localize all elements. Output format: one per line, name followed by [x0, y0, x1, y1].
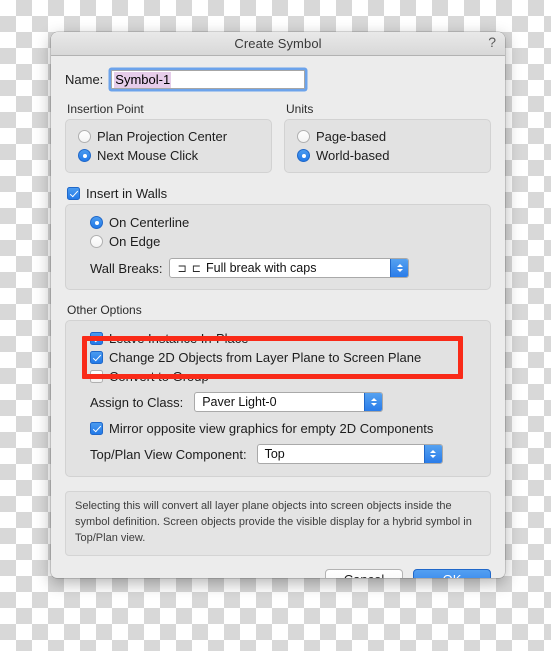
other-options-panel: Leave Instance In-Place Change 2D Object…	[65, 320, 491, 477]
checkbox-indicator-checked	[67, 187, 80, 200]
symbol-name-input[interactable]: Symbol-1	[111, 70, 306, 89]
units-title: Units	[286, 102, 314, 116]
units-group: Units Page-based World-based	[284, 102, 491, 173]
radio-indicator	[297, 130, 310, 143]
chevron-updown-icon[interactable]	[390, 259, 409, 277]
wall-break-icon: ⊐ ⊏	[177, 262, 202, 275]
radio-label: World-based	[316, 148, 390, 163]
radio-label: On Centerline	[109, 215, 190, 230]
cancel-button[interactable]: Cancel	[325, 568, 403, 578]
dialog-button-row: Cancel OK	[65, 568, 491, 578]
checkbox-mirror-opposite-view-graphics[interactable]: Mirror opposite view graphics for empty …	[90, 421, 478, 436]
checkbox-label: Convert to Group	[109, 369, 209, 384]
insertion-point-group: Insertion Point Plan Projection Center N…	[65, 102, 272, 173]
insertion-point-panel: Plan Projection Center Next Mouse Click	[65, 119, 272, 173]
chevron-updown-icon[interactable]	[364, 393, 383, 411]
checkbox-label: Insert in Walls	[86, 186, 168, 201]
insertion-point-title: Insertion Point	[67, 102, 144, 116]
checkbox-leave-instance-in-place[interactable]: Leave Instance In-Place	[90, 331, 478, 346]
assign-to-class-row: Assign to Class: Paver Light-0	[90, 392, 478, 412]
radio-label: Plan Projection Center	[97, 129, 228, 144]
checkbox-label: Change 2D Objects from Layer Plane to Sc…	[109, 350, 422, 365]
radio-indicator-selected	[90, 216, 103, 229]
help-icon[interactable]: ?	[488, 34, 496, 50]
radio-indicator	[78, 130, 91, 143]
checkbox-label: Leave Instance In-Place	[109, 331, 249, 346]
wall-breaks-row: Wall Breaks: ⊐ ⊏ Full break with caps	[90, 258, 478, 278]
radio-indicator	[90, 235, 103, 248]
insert-in-walls-panel: On Centerline On Edge Wall Breaks: ⊐ ⊏ F…	[65, 204, 491, 290]
wall-breaks-value: Full break with caps	[205, 261, 317, 275]
create-symbol-dialog: Create Symbol ? Name: Symbol-1 Insertion…	[51, 32, 505, 578]
radio-label: Next Mouse Click	[97, 148, 199, 163]
checkbox-indicator	[90, 370, 103, 383]
wall-breaks-dropdown[interactable]: ⊐ ⊏ Full break with caps	[169, 258, 410, 278]
checkbox-change-2d-objects-to-screen-plane[interactable]: Change 2D Objects from Layer Plane to Sc…	[90, 350, 478, 365]
checkbox-indicator-checked	[90, 422, 103, 435]
checkbox-indicator-checked	[90, 351, 103, 364]
radio-on-centerline[interactable]: On Centerline	[90, 215, 478, 230]
radio-label: On Edge	[109, 234, 161, 249]
name-row: Name: Symbol-1	[65, 70, 491, 89]
dialog-title: Create Symbol	[234, 36, 322, 51]
assign-to-class-label: Assign to Class:	[90, 394, 184, 410]
dialog-body: Name: Symbol-1 Insertion Point Plan Proj…	[51, 70, 505, 578]
ok-button[interactable]: OK	[413, 568, 491, 578]
dialog-titlebar: Create Symbol ?	[51, 32, 505, 56]
wall-breaks-label: Wall Breaks:	[90, 260, 163, 276]
other-options-group: Other Options Leave Instance In-Place Ch…	[65, 303, 491, 477]
insertion-units-row: Insertion Point Plan Projection Center N…	[65, 102, 491, 173]
chevron-updown-icon[interactable]	[423, 445, 442, 463]
assign-to-class-dropdown[interactable]: Paver Light-0	[194, 392, 384, 412]
radio-next-mouse-click[interactable]: Next Mouse Click	[78, 148, 261, 163]
units-panel: Page-based World-based	[284, 119, 491, 173]
other-options-title: Other Options	[67, 303, 142, 317]
radio-label: Page-based	[316, 129, 387, 144]
top-plan-view-component-row: Top/Plan View Component: Top	[90, 444, 478, 464]
name-label: Name:	[65, 72, 104, 87]
insert-in-walls-group: Insert in Walls On Centerline On Edge Wa…	[65, 186, 491, 290]
radio-indicator-selected	[78, 149, 91, 162]
help-note-text: Selecting this will convert all layer pl…	[65, 491, 491, 556]
symbol-name-value: Symbol-1	[114, 71, 172, 88]
top-plan-view-component-dropdown[interactable]: Top	[256, 444, 443, 464]
top-plan-view-component-label: Top/Plan View Component:	[90, 446, 247, 462]
checkbox-indicator-checked	[90, 332, 103, 345]
radio-indicator-selected	[297, 149, 310, 162]
assign-to-class-value: Paver Light-0	[202, 395, 277, 409]
radio-world-based[interactable]: World-based	[297, 148, 480, 163]
top-plan-view-component-value: Top	[264, 447, 285, 461]
radio-on-edge[interactable]: On Edge	[90, 234, 478, 249]
checkbox-convert-to-group[interactable]: Convert to Group	[90, 369, 478, 384]
checkbox-insert-in-walls[interactable]: Insert in Walls	[67, 186, 491, 201]
radio-plan-projection-center[interactable]: Plan Projection Center	[78, 129, 261, 144]
radio-page-based[interactable]: Page-based	[297, 129, 480, 144]
checkbox-label: Mirror opposite view graphics for empty …	[109, 421, 434, 436]
